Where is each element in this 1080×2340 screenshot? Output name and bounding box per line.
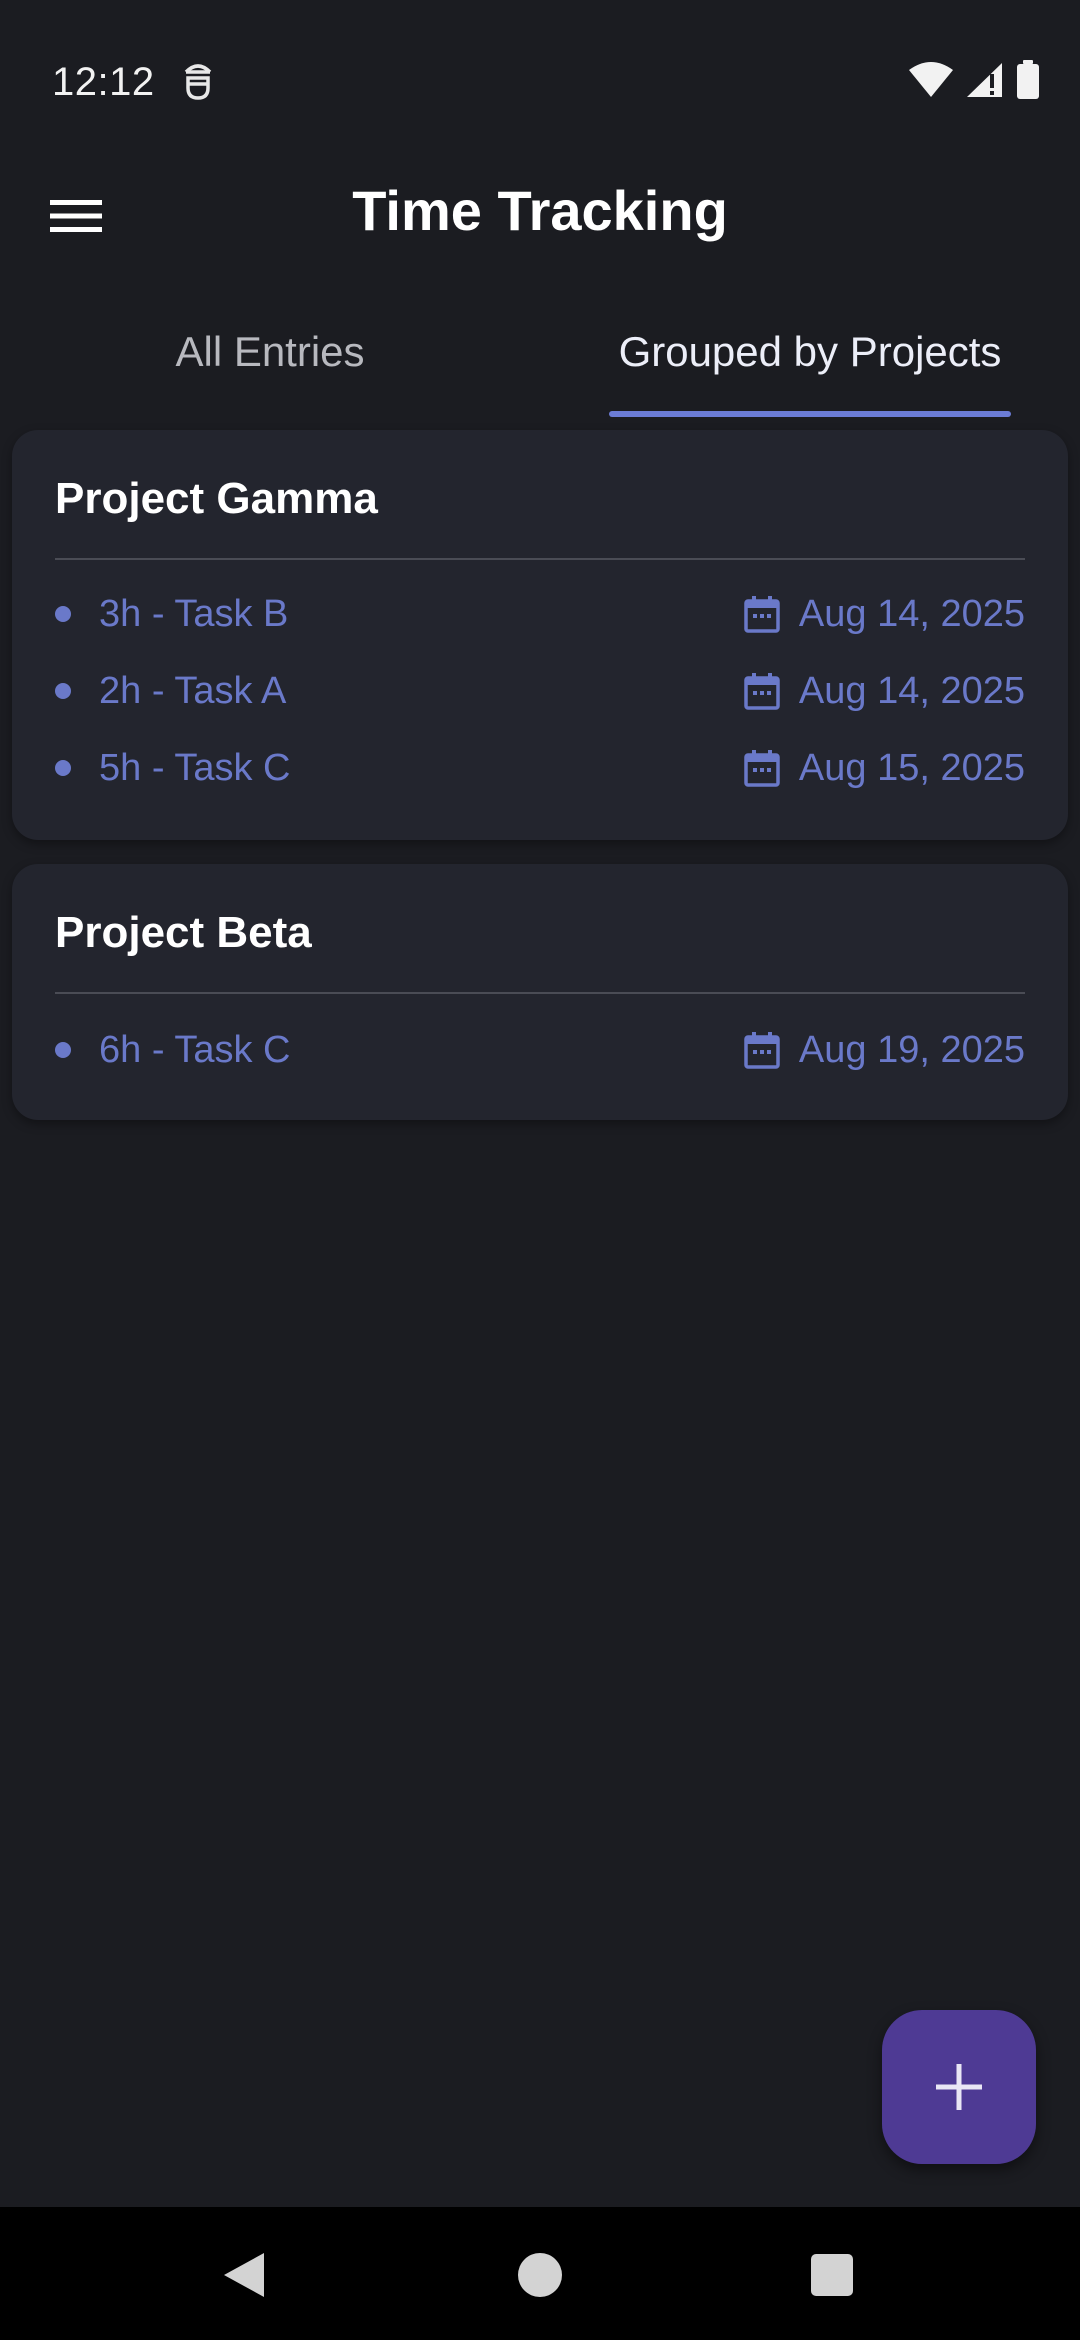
- bullet: [55, 760, 71, 776]
- entry-row[interactable]: 3h - Task B Aug 14, 2025: [55, 584, 1025, 644]
- bullet: [55, 606, 71, 622]
- entry-row[interactable]: 2h - Task A Aug 14, 2025: [55, 661, 1025, 721]
- screen: 12:12 Time Tracking All Entries Grouped …: [0, 0, 1080, 2340]
- entry-row[interactable]: 6h - Task C Aug 19, 2025: [55, 1020, 1025, 1080]
- status-icons: [908, 59, 1040, 105]
- battery-icon: [1016, 59, 1040, 105]
- navigation-bar: [0, 2207, 1080, 2340]
- project-title: Project Gamma: [55, 474, 378, 523]
- entry-date: Aug 14, 2025: [743, 593, 1025, 636]
- entry-label: 3h - Task B: [99, 592, 289, 635]
- entry-label: 2h - Task A: [99, 669, 287, 712]
- entry-date-text: Aug 15, 2025: [798, 746, 1025, 789]
- add-entry-button[interactable]: [882, 2010, 1036, 2164]
- entry-row[interactable]: 5h - Task C Aug 15, 2025: [55, 738, 1025, 798]
- tab-all-entries[interactable]: All Entries: [0, 300, 540, 418]
- divider: [55, 992, 1025, 994]
- page-title: Time Tracking: [352, 179, 728, 242]
- tab-bar: All Entries Grouped by Projects: [0, 300, 1080, 418]
- calendar-icon: [744, 750, 780, 787]
- bullet: [55, 1042, 71, 1058]
- entry-date-text: Aug 14, 2025: [798, 669, 1025, 712]
- tab-indicator: [609, 411, 1011, 417]
- wifi-icon: [908, 61, 954, 103]
- debug-icon: [180, 62, 216, 102]
- project-card[interactable]: Project Beta 6h - Task C Aug 19, 2025: [12, 864, 1068, 1120]
- bullet: [55, 683, 71, 699]
- add-icon: [936, 2064, 982, 2110]
- tab-grouped-by-projects[interactable]: Grouped by Projects: [540, 300, 1080, 418]
- home-icon[interactable]: [518, 2253, 562, 2297]
- back-icon[interactable]: [222, 2251, 266, 2299]
- entry-date-text: Aug 19, 2025: [798, 1028, 1025, 1071]
- status-bar: 12:12: [0, 0, 1080, 168]
- recents-icon[interactable]: [811, 2254, 853, 2296]
- calendar-icon: [744, 596, 780, 633]
- entry-date: Aug 19, 2025: [743, 1029, 1025, 1072]
- signal-icon: [966, 62, 1004, 103]
- calendar-icon: [744, 673, 780, 710]
- status-time: 12:12: [52, 60, 155, 104]
- entry-date-text: Aug 14, 2025: [798, 592, 1025, 635]
- app-bar: Time Tracking: [0, 168, 1080, 260]
- entry-date: Aug 14, 2025: [743, 670, 1025, 713]
- project-title: Project Beta: [55, 908, 312, 957]
- calendar-icon: [744, 1032, 780, 1069]
- entry-label: 5h - Task C: [99, 746, 291, 789]
- entry-date: Aug 15, 2025: [743, 747, 1025, 790]
- entry-label: 6h - Task C: [99, 1028, 291, 1071]
- divider: [55, 558, 1025, 560]
- project-card[interactable]: Project Gamma 3h - Task B Aug 14, 2025 2…: [12, 430, 1068, 840]
